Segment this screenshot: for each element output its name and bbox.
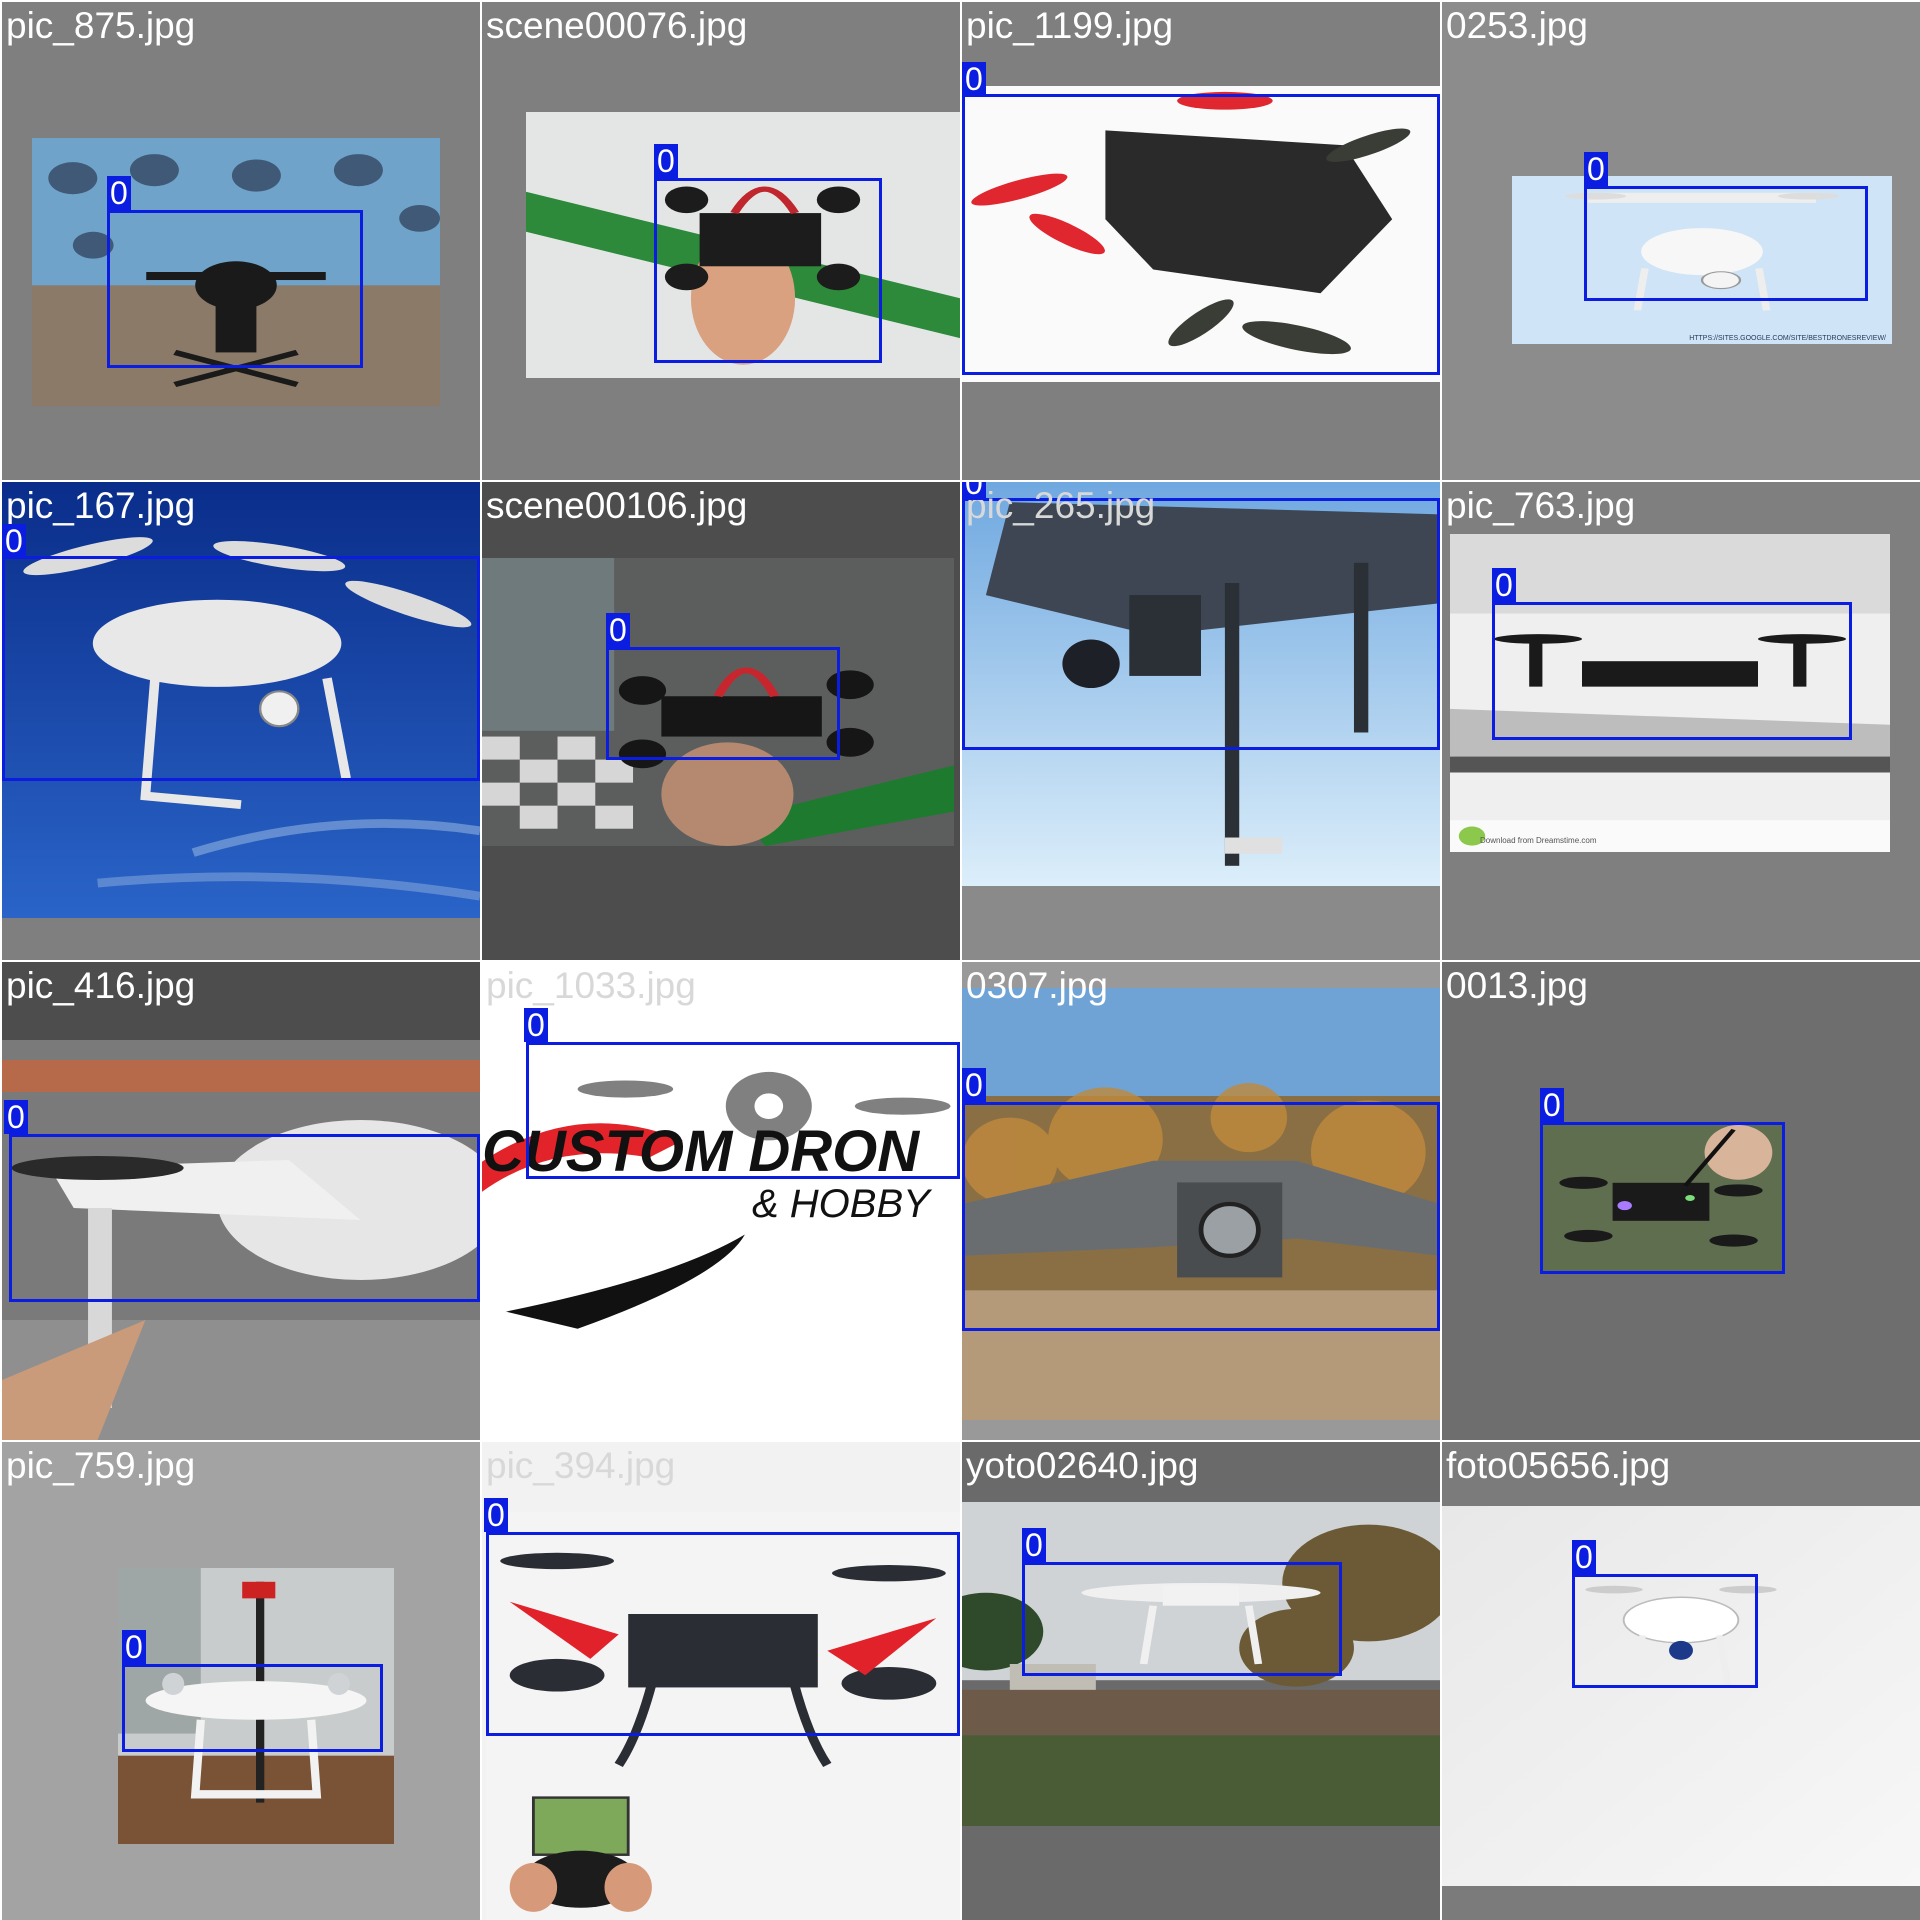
image-filename: 0013.jpg: [1446, 965, 1588, 1006]
detection-box: [962, 1102, 1440, 1331]
mosaic-tile: 0 pic_875.jpg: [2, 2, 480, 480]
detection-box: [107, 210, 363, 368]
class-label: 0: [1572, 1540, 1596, 1574]
mosaic-tile: 0 0013.jpg: [1442, 962, 1920, 1440]
mosaic-tile: 0 pic_265.jpg: [962, 482, 1440, 960]
image-filename: 0253.jpg: [1446, 5, 1588, 46]
image-filename: pic_167.jpg: [6, 485, 196, 526]
detection-box: [1572, 1574, 1758, 1688]
mosaic-tile: Download from Dreamstime.com 0 pic_763.j…: [1442, 482, 1920, 960]
image-filename: pic_1033.jpg: [486, 965, 696, 1006]
mosaic-tile: 0 pic_416.jpg: [2, 962, 480, 1440]
class-label: 0: [1584, 152, 1608, 186]
detection-box: [9, 1134, 480, 1302]
image-filename: pic_1199.jpg: [966, 5, 1174, 46]
watermark-text: Download from Dreamstime.com: [1480, 836, 1597, 845]
watermark-text: HTTPS://SITES.GOOGLE.COM/SITE/BESTDRONES…: [1689, 335, 1886, 342]
image-filename: 0307.jpg: [966, 965, 1108, 1006]
class-label: 0: [654, 144, 678, 178]
detection-box: [486, 1532, 960, 1736]
mosaic-tile: 0 pic_1199.jpg: [962, 2, 1440, 480]
mosaic-tile: 0 0307.jpg: [962, 962, 1440, 1440]
class-label: 0: [962, 1068, 986, 1102]
image-filename: scene00076.jpg: [486, 5, 748, 46]
class-label: 0: [2, 524, 26, 558]
class-label: 0: [1022, 1528, 1046, 1562]
detection-box: [122, 1664, 383, 1752]
detection-box: [962, 94, 1440, 375]
photo-hovering-drone: [1442, 1506, 1920, 1886]
mosaic-tile: 0 pic_167.jpg: [2, 482, 480, 960]
class-label: 0: [484, 1498, 508, 1532]
detection-box: [1492, 602, 1852, 740]
class-label: 0: [962, 482, 986, 500]
mosaic-tile: 0 yoto02640.jpg: [962, 1442, 1440, 1920]
detection-mosaic: 0 pic_875.jpg 0 scene00076.jpg 0 pic_119…: [0, 0, 1920, 1920]
class-label: 0: [962, 62, 986, 96]
detection-box: [962, 498, 1440, 750]
detection-box: [654, 178, 882, 363]
mosaic-tile: 0 pic_759.jpg: [2, 1442, 480, 1920]
class-label: 0: [1492, 568, 1516, 602]
class-label: 0: [606, 613, 630, 647]
mosaic-tile: CUSTOM DRON & HOBBY 0 pic_1033.jpg: [482, 962, 960, 1440]
mosaic-tile: HTTPS://SITES.GOOGLE.COM/SITE/BESTDRONES…: [1442, 2, 1920, 480]
mosaic-tile: 0 scene00106.jpg: [482, 482, 960, 960]
mosaic-tile: 0 scene00076.jpg: [482, 2, 960, 480]
detection-box: [526, 1042, 960, 1179]
detection-box: [1022, 1562, 1342, 1676]
class-label: 0: [4, 1100, 28, 1134]
image-filename: pic_416.jpg: [6, 965, 196, 1006]
image-filename: scene00106.jpg: [486, 485, 748, 526]
detection-box: [1540, 1122, 1785, 1274]
class-label: 0: [524, 1008, 548, 1042]
mosaic-tile: 0 pic_394.jpg: [482, 1442, 960, 1920]
logo-text-sub: & HOBBY: [752, 1182, 930, 1226]
class-label: 0: [1540, 1088, 1564, 1122]
image-filename: foto05656.jpg: [1446, 1445, 1671, 1486]
detection-box: [1584, 186, 1868, 301]
detection-box: [606, 647, 840, 760]
image-filename: yoto02640.jpg: [966, 1445, 1199, 1486]
image-filename: pic_759.jpg: [6, 1445, 196, 1486]
image-filename: pic_394.jpg: [486, 1445, 676, 1486]
class-label: 0: [107, 176, 131, 210]
class-label: 0: [122, 1630, 146, 1664]
image-filename: pic_265.jpg: [966, 485, 1156, 526]
image-filename: pic_763.jpg: [1446, 485, 1636, 526]
detection-box: [2, 556, 480, 781]
image-filename: pic_875.jpg: [6, 5, 196, 46]
mosaic-tile: 0 foto05656.jpg: [1442, 1442, 1920, 1920]
